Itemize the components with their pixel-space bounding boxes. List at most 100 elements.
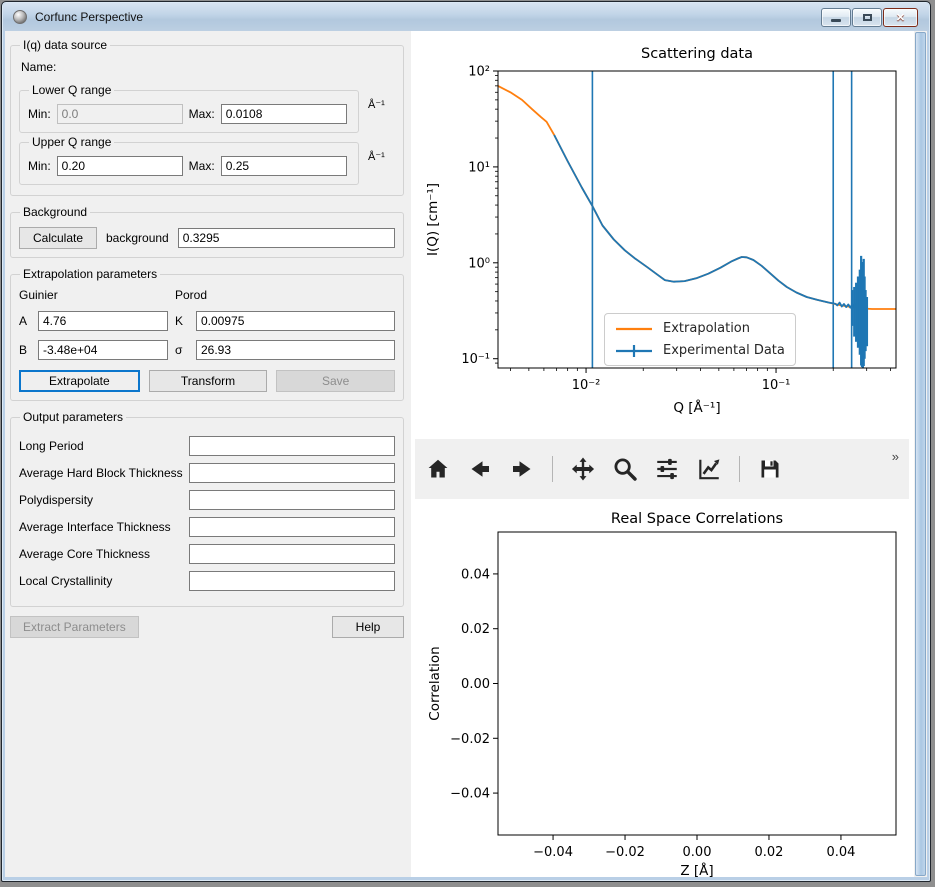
svg-text:−0.02: −0.02 xyxy=(605,845,645,860)
save-icon xyxy=(758,457,782,481)
param-k-label: K xyxy=(175,314,189,328)
avg-interface-thickness-label: Average Interface Thickness xyxy=(19,520,189,534)
local-crystallinity-input[interactable] xyxy=(189,571,395,591)
configure-subplots-button[interactable] xyxy=(652,454,682,484)
scattering-plot-canvas[interactable]: 10⁻²10⁻¹10²10¹10⁰10⁻¹Scattering dataQ [Å… xyxy=(411,37,914,439)
svg-text:10¹: 10¹ xyxy=(468,160,490,175)
upper-q-min-input[interactable] xyxy=(57,156,183,176)
svg-text:10⁻¹: 10⁻¹ xyxy=(461,352,490,367)
zoom-icon xyxy=(612,456,638,482)
lower-q-max-label: Max: xyxy=(189,107,215,121)
background-group: Background Calculate background xyxy=(10,205,404,258)
toolbar-separator xyxy=(739,456,740,482)
edit-axes-icon xyxy=(696,456,722,482)
zoom-rect-button[interactable] xyxy=(610,454,640,484)
plots-panel: 10⁻²10⁻¹10²10¹10⁰10⁻¹Scattering dataQ [Å… xyxy=(411,31,914,877)
lower-q-max-input[interactable] xyxy=(221,104,347,124)
extrapolation-parameters-group: Extrapolation parameters Guinier Porod A… xyxy=(10,267,404,401)
plot-toolbar: » xyxy=(415,439,909,499)
param-b-input[interactable] xyxy=(38,340,168,360)
forward-button[interactable] xyxy=(507,454,537,484)
home-button[interactable] xyxy=(423,454,453,484)
svg-text:0.00: 0.00 xyxy=(461,677,490,692)
back-button[interactable] xyxy=(465,454,495,484)
output-parameters-group: Output parameters Long Period Average Ha… xyxy=(10,410,404,607)
avg-hard-block-thickness-input[interactable] xyxy=(189,463,395,483)
legend-entry: Experimental Data xyxy=(615,343,785,358)
upper-q-min-label: Min: xyxy=(28,159,51,173)
window-content: I(q) data source Name: Lower Q range Min… xyxy=(5,31,927,877)
param-a-label: A xyxy=(19,314,31,328)
svg-text:Scattering data: Scattering data xyxy=(641,46,753,62)
vertical-scrollbar[interactable] xyxy=(914,31,927,877)
transform-button[interactable]: Transform xyxy=(149,370,268,392)
lower-q-min-input[interactable] xyxy=(57,104,183,124)
window: Corfunc Perspective I(q) data source Nam… xyxy=(1,1,931,882)
legend-label: Experimental Data xyxy=(663,343,785,358)
avg-core-thickness-label: Average Core Thickness xyxy=(19,547,189,561)
minimize-icon xyxy=(831,19,841,22)
home-icon xyxy=(426,457,450,481)
svg-text:−0.02: −0.02 xyxy=(450,732,490,747)
svg-text:10²: 10² xyxy=(468,65,490,80)
configure-subplots-icon xyxy=(654,456,680,482)
pan-button[interactable] xyxy=(568,454,598,484)
help-button[interactable]: Help xyxy=(332,616,404,638)
upper-q-max-input[interactable] xyxy=(221,156,347,176)
toolbar-separator xyxy=(552,456,553,482)
param-a-input[interactable] xyxy=(38,311,168,331)
extrapolate-button[interactable]: Extrapolate xyxy=(19,370,140,392)
polydispersity-input[interactable] xyxy=(189,490,395,510)
svg-text:−0.04: −0.04 xyxy=(533,845,573,860)
lower-q-min-label: Min: xyxy=(28,107,51,121)
save-button[interactable]: Save xyxy=(276,370,395,392)
background-input[interactable] xyxy=(178,228,395,248)
param-k-input[interactable] xyxy=(196,311,395,331)
title-bar: Corfunc Perspective xyxy=(3,3,929,31)
plot-legend: Extrapolation Experimental Data xyxy=(604,313,796,366)
legend-label: Extrapolation xyxy=(663,321,750,336)
long-period-input[interactable] xyxy=(189,436,395,456)
avg-core-thickness-input[interactable] xyxy=(189,544,395,564)
desktop: Corfunc Perspective I(q) data source Nam… xyxy=(0,0,935,887)
svg-text:0.02: 0.02 xyxy=(754,845,783,860)
calculate-button[interactable]: Calculate xyxy=(19,227,97,249)
avg-interface-thickness-input[interactable] xyxy=(189,517,395,537)
name-label: Name: xyxy=(21,60,56,74)
svg-text:Z [Å]: Z [Å] xyxy=(680,862,713,877)
corfunc-controls-panel: I(q) data source Name: Lower Q range Min… xyxy=(5,31,411,877)
maximize-icon xyxy=(863,14,872,21)
iq-data-source-group: I(q) data source Name: Lower Q range Min… xyxy=(10,38,404,196)
pan-icon xyxy=(570,456,596,482)
svg-text:−0.04: −0.04 xyxy=(450,787,490,802)
maximize-button[interactable] xyxy=(852,8,882,27)
close-button[interactable] xyxy=(883,8,918,27)
background-label: background xyxy=(106,231,169,245)
svg-text:10⁻¹: 10⁻¹ xyxy=(762,378,791,393)
param-sigma-input[interactable] xyxy=(196,340,395,360)
long-period-label: Long Period xyxy=(19,439,189,453)
svg-text:0.00: 0.00 xyxy=(683,845,712,860)
svg-text:Correlation: Correlation xyxy=(427,646,443,720)
local-crystallinity-label: Local Crystallinity xyxy=(19,574,189,588)
svg-text:Real Space Correlations: Real Space Correlations xyxy=(611,511,783,527)
edit-axes-button[interactable] xyxy=(694,454,724,484)
upper-q-unit-label: Å⁻¹ xyxy=(368,150,385,163)
svg-text:10⁻²: 10⁻² xyxy=(572,378,601,393)
save-figure-button[interactable] xyxy=(755,454,785,484)
correlation-plot-canvas[interactable]: −0.04−0.020.000.020.040.040.020.00−0.02−… xyxy=(411,500,914,877)
window-controls xyxy=(821,8,929,27)
scrollbar-thumb[interactable] xyxy=(915,32,926,876)
svg-text:Q [Å⁻¹]: Q [Å⁻¹] xyxy=(673,399,720,416)
toolbar-extension-button[interactable]: » xyxy=(892,449,899,464)
forward-icon xyxy=(510,457,534,481)
upper-q-max-label: Max: xyxy=(189,159,215,173)
iq-data-source-title: I(q) data source xyxy=(20,38,110,52)
lower-q-range-group: Lower Q range Min: Max: xyxy=(19,83,359,133)
extract-parameters-button[interactable]: Extract Parameters xyxy=(10,616,139,638)
avg-hard-block-thickness-label: Average Hard Block Thickness xyxy=(19,466,189,480)
lower-q-unit-label: Å⁻¹ xyxy=(368,98,385,111)
porod-column-label: Porod xyxy=(175,288,395,302)
minimize-button[interactable] xyxy=(821,8,851,27)
svg-text:0.04: 0.04 xyxy=(461,567,490,582)
